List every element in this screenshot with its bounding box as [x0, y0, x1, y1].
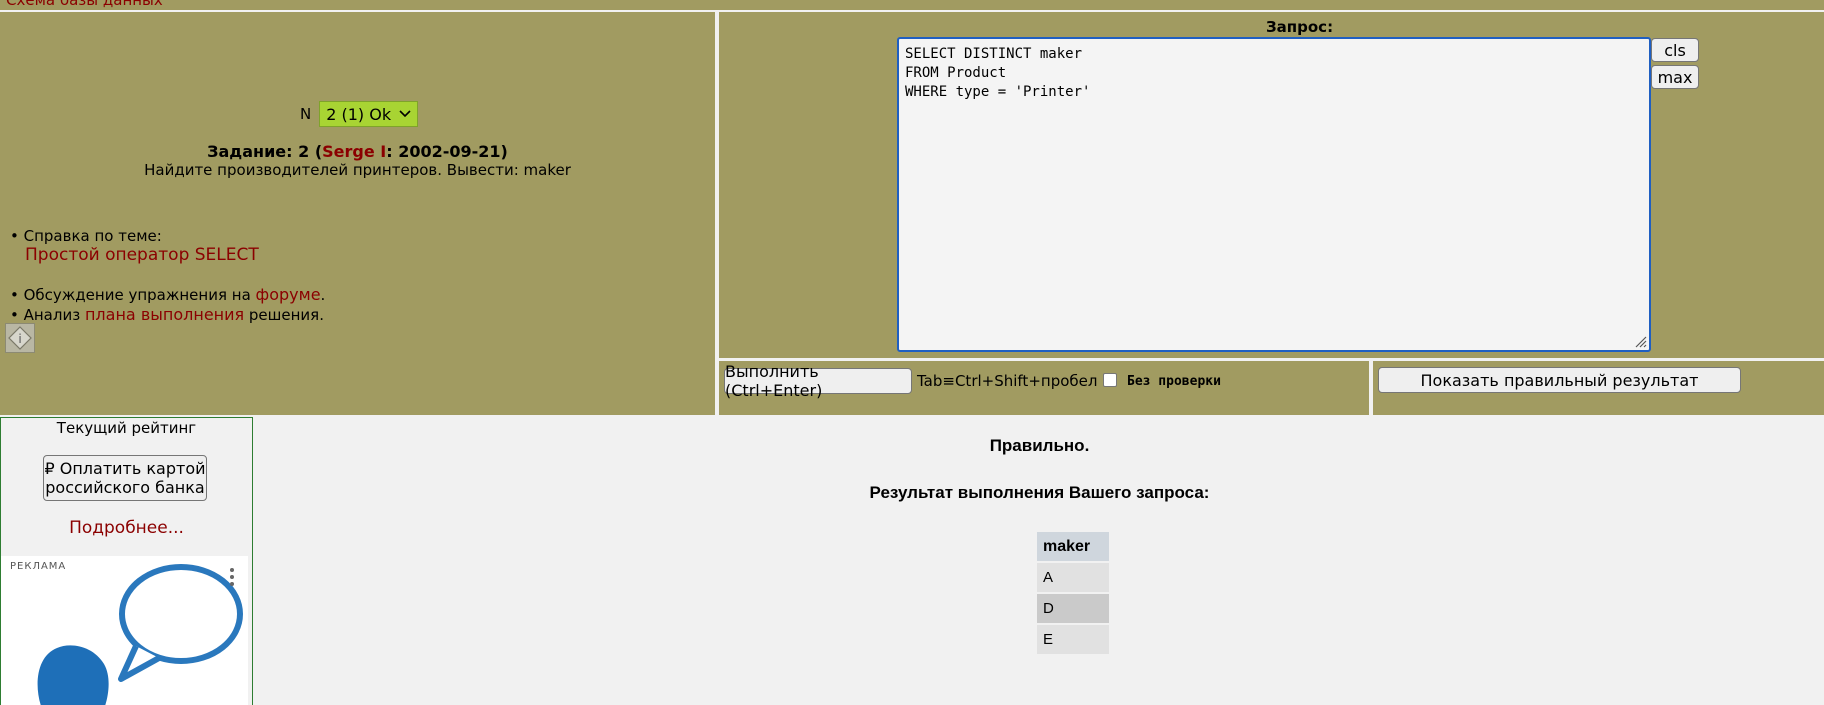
shortcut-hint: Tab≡Ctrl+Shift+пробел — [917, 372, 1098, 390]
table-row: E — [1037, 625, 1109, 654]
svg-text:i: i — [18, 332, 21, 346]
chevron-down-icon — [399, 108, 411, 121]
task-select[interactable]: 2 (1) Ok — [319, 101, 419, 127]
rating-title: Текущий рейтинг — [56, 419, 197, 437]
task-panel: N 2 (1) Ok Задание: 2 (Serge I: 2002-09-… — [0, 12, 715, 415]
help-label: • Справка по теме: — [10, 227, 162, 245]
speech-person-icon — [37, 564, 243, 705]
table-cell: E — [1037, 625, 1109, 654]
author-name: Serge I — [322, 142, 387, 161]
plan-line: • Анализ плана выполнения решения. — [10, 305, 324, 324]
query-label: Запрос: — [1266, 18, 1334, 36]
task-description: Найдите производителей принтеров. Вывест… — [144, 161, 571, 179]
forum-link[interactable]: форуме — [256, 285, 321, 304]
plan-link[interactable]: плана выполнения — [85, 305, 244, 324]
table-cell: D — [1037, 594, 1109, 623]
no-check-checkbox[interactable] — [1103, 373, 1117, 387]
cls-button[interactable]: cls — [1651, 38, 1699, 62]
column-header-maker: maker — [1037, 532, 1109, 561]
help-link-select[interactable]: Простой оператор SELECT — [25, 245, 259, 265]
resize-grip-icon[interactable] — [1633, 334, 1647, 348]
top-strip: Схема базы данных — [0, 0, 1824, 10]
info-icon[interactable]: i — [5, 323, 35, 353]
result-table: maker A D E — [1035, 530, 1111, 656]
result-title: Результат выполнения Вашего запроса: — [869, 483, 1210, 502]
table-cell: A — [1037, 563, 1109, 592]
result-status: Правильно. — [989, 436, 1090, 455]
table-row: D — [1037, 594, 1109, 623]
task-select-value: 2 (1) Ok — [326, 104, 392, 124]
task-number-label: N — [300, 105, 312, 123]
run-button[interactable]: Выполнить (Ctrl+Enter) — [724, 362, 912, 400]
ad-banner[interactable]: РЕКЛАМА — [1, 556, 248, 705]
no-check-label: Без проверки — [1127, 374, 1221, 389]
pay-card-button[interactable]: ₽ Оплатить картой российского банка — [43, 455, 207, 501]
task-selector-row: N 2 (1) Ok — [300, 101, 419, 127]
show-correct-result-button[interactable]: Показать правильный результат — [1378, 367, 1741, 393]
schema-link[interactable]: Схема базы данных — [6, 0, 163, 9]
query-editor[interactable]: SELECT DISTINCT maker FROM Product WHERE… — [897, 37, 1651, 352]
forum-line: • Обсуждение упражнения на форуме. — [10, 285, 326, 304]
rating-panel: Текущий рейтинг ₽ Оплатить картой россий… — [0, 417, 253, 705]
more-link[interactable]: Подробнее... — [1, 518, 252, 538]
task-title: Задание: 2 (Serge I: 2002-09-21) — [207, 142, 508, 161]
query-text: SELECT DISTINCT maker FROM Product WHERE… — [905, 46, 1091, 100]
max-button[interactable]: max — [1651, 65, 1699, 89]
result-area: Правильно. Результат выполнения Вашего з… — [255, 417, 1824, 705]
table-row: A — [1037, 563, 1109, 592]
